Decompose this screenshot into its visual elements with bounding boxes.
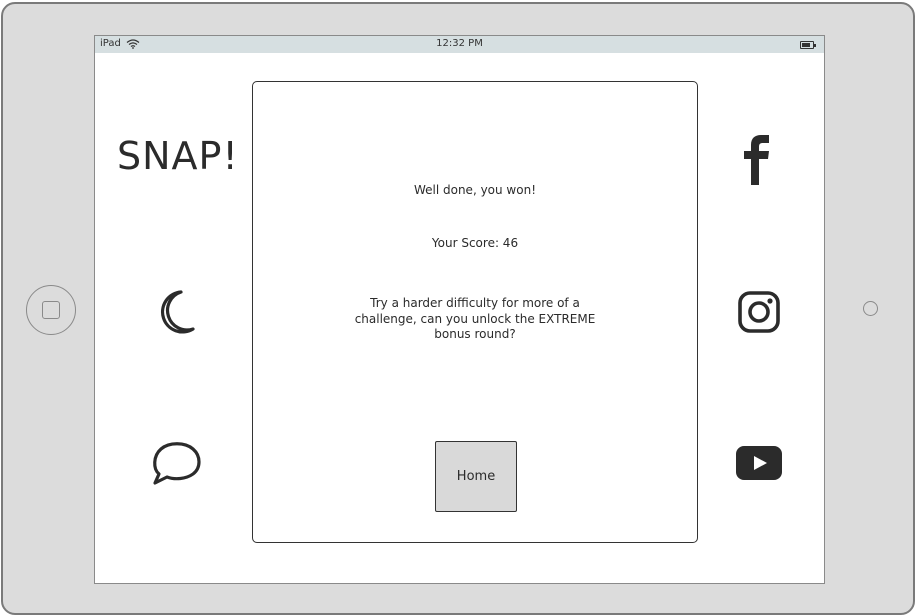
app-title: SNAP!	[117, 134, 239, 178]
ipad-frame: iPad 12:32 PM SNAP! Well done, you won! …	[1, 2, 915, 615]
instagram-icon[interactable]	[738, 291, 780, 333]
device-home-button[interactable]	[26, 285, 76, 335]
chat-bubble-icon[interactable]	[151, 440, 203, 486]
status-bar: iPad 12:32 PM	[95, 36, 824, 53]
youtube-icon[interactable]	[736, 446, 782, 480]
moon-icon[interactable]	[157, 290, 197, 334]
win-headline: Well done, you won!	[413, 183, 537, 197]
score-text: Your Score: 46	[431, 236, 519, 250]
camera-icon	[863, 301, 878, 316]
result-dialog: Well done, you won! Your Score: 46 Try a…	[252, 81, 698, 543]
battery-icon	[800, 41, 816, 49]
status-time: 12:32 PM	[436, 38, 483, 49]
home-button[interactable]: Home	[435, 441, 517, 512]
challenge-message: Try a harder difficulty for more of a ch…	[354, 296, 596, 341]
home-square-icon	[42, 301, 60, 319]
screen: iPad 12:32 PM SNAP! Well done, you won! …	[94, 35, 825, 584]
facebook-icon[interactable]	[743, 135, 771, 185]
